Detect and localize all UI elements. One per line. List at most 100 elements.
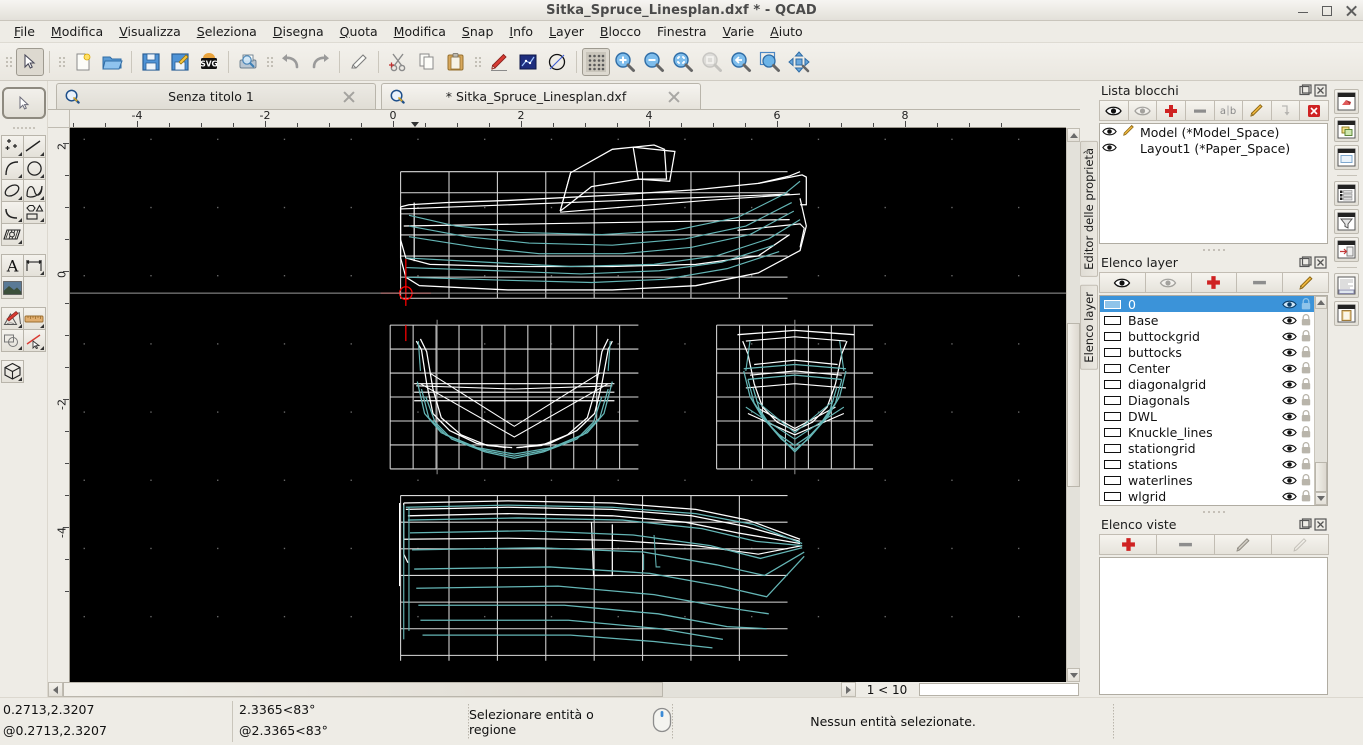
remove-block-button[interactable]	[1184, 100, 1215, 121]
blocks-panel-close-icon[interactable]	[1314, 84, 1327, 97]
layer-color-swatch[interactable]	[1104, 363, 1121, 373]
scroll-left-arrow[interactable]	[48, 682, 63, 697]
polyline-tool-icon[interactable]	[0, 201, 24, 224]
layer-lock-icon[interactable]	[1298, 458, 1314, 470]
blocks-panel-float-icon[interactable]	[1299, 84, 1312, 97]
menu-aiuto[interactable]: Aiuto	[762, 22, 811, 41]
hide-all-blocks-button[interactable]	[1127, 100, 1158, 121]
rename-block-button[interactable]: ab	[1213, 100, 1244, 121]
menu-seleziona[interactable]: Seleziona	[189, 22, 265, 41]
show-all-blocks-button[interactable]	[1099, 100, 1129, 121]
side-tab-layer-list[interactable]: Elenco layer	[1079, 284, 1098, 370]
block-edit-icon[interactable]	[1122, 124, 1135, 140]
layer-row[interactable]: stations	[1100, 456, 1314, 472]
drawing-canvas[interactable]	[70, 128, 1066, 682]
panel-splitter[interactable]	[1097, 246, 1330, 253]
layer-visibility-icon[interactable]	[1280, 363, 1298, 374]
minimize-icon[interactable]	[1297, 5, 1309, 17]
info-tool-icon[interactable]	[22, 329, 46, 352]
layer-row[interactable]: wlgrid	[1100, 488, 1314, 504]
horizontal-ruler[interactable]: -4 -2 0 2 4 6 8	[70, 110, 1066, 128]
remove-view-button[interactable]	[1156, 534, 1215, 555]
zoom-auto-icon[interactable]	[669, 48, 697, 76]
layer-visibility-icon[interactable]	[1280, 395, 1298, 406]
point-tool-icon[interactable]	[0, 135, 24, 158]
scroll-up-arrow[interactable]	[1067, 128, 1080, 142]
clipboard-icon[interactable]	[1334, 301, 1359, 326]
menu-finestra[interactable]: Finestra	[649, 22, 715, 41]
scroll-track-top[interactable]	[1067, 142, 1080, 323]
toolbar-grip-3[interactable]	[266, 50, 273, 74]
menu-blocco[interactable]: Blocco	[592, 22, 649, 41]
layer-visibility-icon[interactable]	[1280, 491, 1298, 502]
scroll-down-arrow[interactable]	[1067, 668, 1080, 683]
layer-lock-icon[interactable]	[1298, 394, 1314, 406]
layer-row[interactable]: stationgrid	[1100, 440, 1314, 456]
modify-tool-icon[interactable]	[0, 307, 24, 330]
redo-icon[interactable]	[306, 48, 334, 76]
layer-row[interactable]: DWL	[1100, 408, 1314, 424]
menu-varie[interactable]: Varie	[715, 22, 763, 41]
isometric-tool-icon[interactable]	[0, 360, 24, 383]
layer-row[interactable]: Diagonals	[1100, 392, 1314, 408]
layer-row[interactable]: Knuckle_lines	[1100, 424, 1314, 440]
pan-icon[interactable]	[785, 48, 813, 76]
toolbar-grip[interactable]	[5, 50, 12, 74]
save-file-icon[interactable]	[137, 48, 165, 76]
menu-snap[interactable]: Snap	[454, 22, 501, 41]
scroll-right-arrow[interactable]	[841, 682, 856, 697]
menu-modifica-edit[interactable]: Modifica	[43, 22, 111, 41]
line-tool-icon[interactable]	[22, 135, 46, 158]
scroll-thumb[interactable]	[1067, 322, 1080, 488]
layer-color-swatch[interactable]	[1104, 411, 1121, 421]
layer-row[interactable]: waterlines	[1100, 472, 1314, 488]
layer-visibility-icon[interactable]	[1280, 459, 1298, 470]
layer-color-swatch[interactable]	[1104, 315, 1121, 325]
remove-layer-button[interactable]	[1236, 272, 1284, 293]
open-file-icon[interactable]	[98, 48, 126, 76]
layer-lock-icon[interactable]	[1298, 346, 1314, 358]
close-icon[interactable]	[1345, 5, 1357, 17]
block-visibility-icon[interactable]	[1102, 141, 1117, 156]
text-tool-icon[interactable]: A	[0, 254, 24, 277]
zoom-previous-icon[interactable]	[727, 48, 755, 76]
tab-close-icon[interactable]	[342, 90, 356, 104]
scroll-track-bottom[interactable]	[1067, 487, 1080, 669]
layer-visibility-icon[interactable]	[1280, 331, 1298, 342]
layer-visibility-icon[interactable]	[1280, 347, 1298, 358]
layers-panel-float-icon[interactable]	[1299, 256, 1312, 269]
select-pointer-icon[interactable]	[16, 47, 44, 76]
layer-visibility-icon[interactable]	[1280, 299, 1298, 310]
add-layer-button[interactable]	[1190, 272, 1238, 293]
property-editor-icon[interactable]	[1334, 89, 1359, 114]
tab-close-icon[interactable]	[667, 90, 681, 104]
layer-color-swatch[interactable]	[1104, 379, 1121, 389]
menu-info[interactable]: Info	[501, 22, 541, 41]
vertical-scrollbar[interactable]	[1066, 128, 1080, 683]
print-preview-icon[interactable]	[1334, 237, 1359, 262]
view-list-icon[interactable]	[1334, 145, 1359, 170]
dimension-tool-icon[interactable]	[22, 254, 46, 277]
cut-icon[interactable]	[384, 48, 412, 76]
undo-icon[interactable]	[277, 48, 305, 76]
paste-icon[interactable]	[442, 48, 470, 76]
command-coordinate-box[interactable]	[919, 683, 1079, 696]
shape-tool-icon[interactable]	[22, 201, 46, 224]
list-item[interactable]: Model (*Model_Space)	[1100, 124, 1327, 140]
tab-sitka-spruce-linesplan[interactable]: * Sitka_Spruce_Linesplan.dxf	[381, 83, 701, 109]
panel-splitter-2[interactable]	[1097, 508, 1330, 515]
block-list-icon[interactable]	[1334, 117, 1359, 142]
layer-row[interactable]: 0	[1100, 296, 1314, 312]
layer-color-swatch[interactable]	[1104, 443, 1121, 453]
menu-layer[interactable]: Layer	[541, 22, 592, 41]
image-tool-icon[interactable]	[0, 276, 24, 299]
list-item[interactable]: Layout1 (*Paper_Space)	[1100, 140, 1327, 156]
layer-lock-icon[interactable]	[1298, 474, 1314, 486]
layers-panel-close-icon[interactable]	[1314, 256, 1327, 269]
print-preview-icon[interactable]	[234, 48, 262, 76]
layer-lock-icon[interactable]	[1298, 314, 1314, 326]
layer-visibility-icon[interactable]	[1280, 427, 1298, 438]
layer-lock-icon[interactable]	[1298, 362, 1314, 374]
views-panel-close-icon[interactable]	[1314, 518, 1327, 531]
add-view-button[interactable]	[1099, 534, 1158, 555]
